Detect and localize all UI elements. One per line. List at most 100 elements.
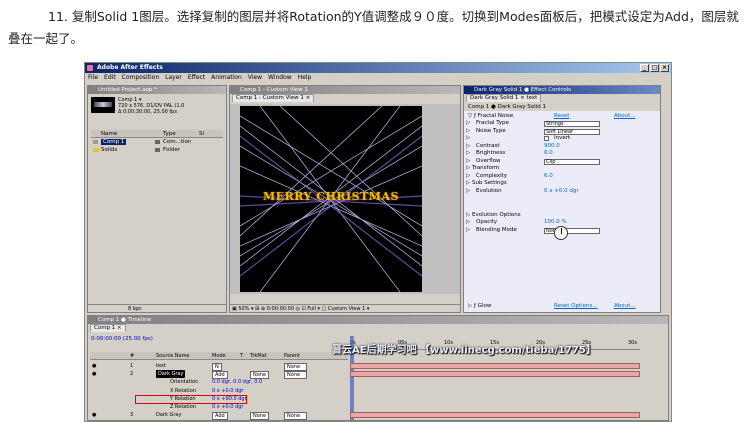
fx-property-name: Brightness bbox=[476, 150, 506, 156]
comp-view-controls[interactable]: ▣ 50% ▾ ⊞ ⊕ 0:00:00:00 ◎ ⊡ Full ▾ ▢ Cust… bbox=[230, 304, 460, 312]
layer-property-row[interactable]: X Rotation 0 x +0.0 dgr bbox=[90, 387, 348, 395]
expand-icon[interactable]: ▷ bbox=[466, 120, 470, 128]
timeline-timecode[interactable]: 0:00:00:00 (25.00 fps) bbox=[91, 336, 153, 342]
effect-controls-tab[interactable]: Dark Gray Solid 1 × text bbox=[466, 94, 542, 102]
close-icon[interactable]: × bbox=[660, 64, 669, 72]
fx-property-row[interactable]: Evolution ▷ 0 x +0.0 dgr bbox=[466, 187, 658, 212]
project-item-comp[interactable]: Comp 1 Com...tion bbox=[91, 138, 223, 146]
comp-canvas[interactable]: MERRY CHRISTMAS bbox=[240, 106, 422, 292]
fx-value[interactable]: 6.0 bbox=[544, 173, 553, 181]
layer-parent: None bbox=[284, 412, 308, 421]
fx-dropdown[interactable]: Soft Linear bbox=[544, 128, 600, 135]
y-rotation-highlight bbox=[135, 395, 247, 404]
fx-property-row[interactable]: Fractal Type ▷ Strings bbox=[466, 120, 658, 128]
expand-icon[interactable]: ▷ bbox=[466, 128, 470, 136]
fx-property-row[interactable]: Transform ▷ bbox=[466, 165, 658, 173]
fx-property-row[interactable]: Brightness ▷ 0.0 bbox=[466, 150, 658, 158]
project-item-solids[interactable]: Solids Folder bbox=[91, 146, 223, 154]
layer-duration-bar[interactable] bbox=[350, 371, 640, 378]
expand-icon[interactable]: ▷ bbox=[466, 158, 470, 166]
timeline-tab[interactable]: Comp 1 × bbox=[90, 324, 126, 332]
property-value: 0 x +0.0 dgr bbox=[212, 404, 244, 410]
fx-property-row[interactable]: Sub Settings ▷ bbox=[466, 180, 658, 188]
comp-panel-title: Comp 1 - Custom View 1 bbox=[230, 86, 460, 94]
fx-property-name: Sub Settings bbox=[472, 180, 507, 186]
fx-reset-link[interactable]: Reset bbox=[554, 112, 569, 120]
layer-trkmat: None bbox=[250, 412, 270, 421]
expand-icon[interactable]: ▷ bbox=[466, 135, 470, 143]
visibility-icon[interactable]: ● bbox=[92, 411, 96, 419]
fx-value[interactable]: 900.0 bbox=[544, 143, 560, 151]
fx-value[interactable]: 0 x +0.0 dgr bbox=[544, 188, 579, 196]
layer-row[interactable]: ● 3 Dark Gray Add None None bbox=[90, 411, 348, 421]
menu-item[interactable]: File bbox=[88, 73, 98, 83]
project-panel: Untitled Project.aep * Comp 1 ▾ 720 x 57… bbox=[87, 85, 227, 313]
comp-icon bbox=[93, 140, 98, 144]
menu-item[interactable]: Window bbox=[268, 73, 292, 83]
menu-item[interactable]: Composition bbox=[122, 73, 159, 83]
project-item-name: Comp 1 bbox=[101, 139, 127, 145]
layer-number: 3 bbox=[130, 412, 134, 419]
layer-property-row[interactable]: Orientation 0.0 dgr, 0.0 dgr, 0.0 bbox=[90, 378, 348, 386]
fx-property-row[interactable]: Evolution Options ▷ bbox=[466, 212, 658, 220]
timeline-panel: Comp 1 ● Timeline Comp 1 × 0:00:00:00 (2… bbox=[87, 315, 669, 421]
fx-property-row[interactable]: Complexity ▷ 6.0 bbox=[466, 173, 658, 181]
project-info-line-2: Δ 0:00:30:00, 25.00 fps bbox=[118, 109, 177, 115]
menu-item[interactable]: Help bbox=[298, 73, 312, 83]
visibility-icon[interactable]: ● bbox=[92, 370, 96, 378]
col-t: T bbox=[240, 353, 244, 359]
menu-item[interactable]: Edit bbox=[104, 73, 116, 83]
layer-property-row[interactable]: Z Rotation 0 x +0.0 dgr bbox=[90, 403, 348, 411]
maximize-icon[interactable]: □ bbox=[650, 64, 659, 72]
effect-controls-title: Dark Gray Solid 1 ● Effect Controls bbox=[464, 86, 660, 94]
fx-dropdown[interactable]: Normal bbox=[544, 227, 600, 234]
expand-icon[interactable]: ▷ bbox=[466, 212, 470, 220]
fx-property-row[interactable]: ▷ Invert bbox=[466, 135, 658, 143]
fx-value[interactable]: 0.0 bbox=[544, 150, 553, 158]
fx-dropdown[interactable]: Strings bbox=[544, 121, 600, 127]
menu-item[interactable]: Animation bbox=[211, 73, 242, 83]
invert-checkbox[interactable] bbox=[544, 136, 549, 141]
col-type[interactable]: Type bbox=[153, 130, 199, 137]
layer-row[interactable]: ● 1 text N None bbox=[90, 362, 348, 371]
menu-item[interactable]: Effect bbox=[188, 73, 205, 83]
glow-name[interactable]: Glow bbox=[478, 303, 492, 309]
layer-row[interactable]: ● 2 Dark Gray Add None None bbox=[90, 370, 348, 380]
col-size[interactable]: Si bbox=[199, 130, 219, 137]
fx-property-name: Blending Mode bbox=[476, 226, 517, 233]
layer-mode: Add bbox=[212, 412, 228, 421]
fx-property-name: Evolution Options bbox=[472, 211, 521, 218]
fx-property-row[interactable]: Overflow ▷ Clip bbox=[466, 158, 658, 166]
watermark: 晋云AE后期学习吧 【www.linecg.com/tieba/1775】 bbox=[332, 345, 596, 356]
col-name[interactable]: Name bbox=[91, 130, 153, 137]
fx-about-link[interactable]: About... bbox=[614, 112, 636, 120]
comp-view-tab[interactable]: Comp 1 - Custom View 1 × bbox=[232, 94, 315, 102]
menu-item[interactable]: View bbox=[248, 73, 262, 83]
fx-property-row[interactable]: Noise Type ▷ Soft Linear bbox=[466, 128, 658, 136]
expand-icon[interactable]: ▷ bbox=[466, 165, 470, 173]
expand-icon[interactable]: ▷ bbox=[466, 188, 470, 196]
glow-about-link[interactable]: About... bbox=[614, 302, 636, 310]
fx-name[interactable]: Fractal Noise bbox=[478, 113, 513, 119]
layer-duration-bar[interactable] bbox=[350, 412, 640, 419]
expand-icon[interactable]: ▷ bbox=[466, 180, 470, 188]
expand-icon[interactable]: ▷ bbox=[466, 227, 470, 235]
expand-icon[interactable]: ▷ bbox=[466, 150, 470, 158]
expand-icon[interactable]: ▷ bbox=[466, 219, 470, 227]
menu-item[interactable]: Layer bbox=[165, 73, 182, 83]
minimize-icon[interactable]: _ bbox=[640, 64, 649, 72]
expand-icon[interactable]: ▷ bbox=[466, 173, 470, 181]
layer-number: 2 bbox=[130, 371, 134, 378]
fx-checkbox-label[interactable]: Invert bbox=[554, 135, 570, 143]
glow-reset-link[interactable]: Reset Options... bbox=[554, 302, 598, 310]
timeline-title: Comp 1 ● Timeline bbox=[88, 316, 668, 324]
fx-dropdown[interactable]: Clip bbox=[544, 158, 600, 165]
timeline-column-header: # Source Name Mode T TrkMat Parent bbox=[90, 352, 348, 360]
evolution-dial[interactable] bbox=[554, 226, 568, 240]
fx-value[interactable]: 100.0 % bbox=[544, 219, 567, 227]
bit-depth-label[interactable]: 8 bpc bbox=[128, 306, 142, 312]
visibility-icon[interactable]: ● bbox=[92, 362, 96, 370]
fx-property-row[interactable]: Contrast ▷ 900.0 bbox=[466, 143, 658, 151]
layer-duration-bar[interactable] bbox=[350, 363, 640, 369]
expand-icon[interactable]: ▷ bbox=[466, 143, 470, 151]
